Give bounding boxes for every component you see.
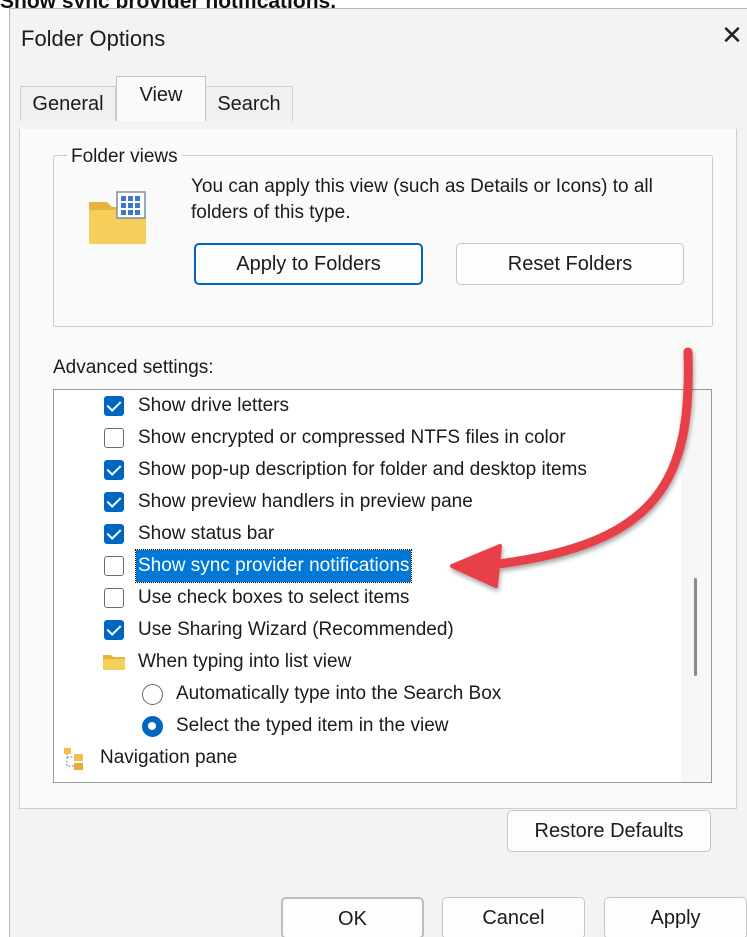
checkbox-checked[interactable] xyxy=(104,620,124,640)
folder-views-description: You can apply this view (such as Details… xyxy=(191,176,653,223)
checkbox-checked[interactable] xyxy=(104,396,124,416)
reset-folders-button[interactable]: Reset Folders xyxy=(456,243,684,285)
close-icon[interactable]: ✕ xyxy=(717,20,747,50)
list-item-folder[interactable]: When typing into list view xyxy=(54,646,674,678)
list-item-label: Show sync provider notifications xyxy=(134,549,413,583)
list-item-group[interactable]: Navigation pane xyxy=(54,742,674,774)
list-item[interactable]: Select the typed item in the view xyxy=(54,710,674,742)
checkbox-unchecked[interactable] xyxy=(104,588,124,608)
list-item-label: When typing into list view xyxy=(138,651,352,672)
folder-icon xyxy=(103,655,125,670)
checkbox-checked[interactable] xyxy=(104,492,124,512)
list-item-label: Show drive letters xyxy=(138,395,290,416)
checkbox-unchecked[interactable] xyxy=(104,428,124,448)
list-item-label: Automatically type into the Search Box xyxy=(176,683,502,704)
list-item[interactable]: Show status bar xyxy=(54,518,674,550)
list-item[interactable]: Show encrypted or compressed NTFS files … xyxy=(54,422,674,454)
list-item-label: Use check boxes to select items xyxy=(138,587,410,608)
tab-view[interactable]: View xyxy=(116,76,206,121)
navigation-pane-icon xyxy=(64,748,83,770)
tab-search[interactable]: Search xyxy=(205,86,293,121)
list-item-label: Select the typed item in the view xyxy=(176,715,449,736)
advanced-settings-list[interactable]: Show drive letters Show encrypted or com… xyxy=(53,389,712,783)
advanced-settings-label: Advanced settings: xyxy=(53,357,214,378)
list-item[interactable]: Automatically type into the Search Box xyxy=(54,678,674,710)
apply-to-folders-button[interactable]: Apply to Folders xyxy=(194,243,423,285)
list-item-label: Show pop-up description for folder and d… xyxy=(138,459,587,480)
list-item-selected[interactable]: Show sync provider notifications xyxy=(54,549,674,583)
list-item[interactable]: Use Sharing Wizard (Recommended) xyxy=(54,614,674,646)
cancel-button[interactable]: Cancel xyxy=(442,897,585,937)
folder-views-label: Folder views xyxy=(67,146,182,168)
list-item-label: Use Sharing Wizard (Recommended) xyxy=(138,619,454,640)
radio-unselected[interactable] xyxy=(142,684,163,705)
list-item[interactable]: Show preview handlers in preview pane xyxy=(54,486,674,518)
checkbox-unchecked[interactable] xyxy=(104,556,124,576)
list-item[interactable]: Show drive letters xyxy=(54,390,674,422)
list-item[interactable]: Use check boxes to select items xyxy=(54,582,674,614)
folder-view-icon xyxy=(89,191,146,244)
window-title: Folder Options xyxy=(21,26,166,51)
ok-button[interactable]: OK xyxy=(281,897,424,937)
list-item-label: Show status bar xyxy=(138,523,275,544)
checkbox-checked[interactable] xyxy=(104,460,124,480)
list-scrollbar[interactable] xyxy=(681,390,711,782)
checkbox-checked[interactable] xyxy=(104,524,124,544)
list-item-label: Show encrypted or compressed NTFS files … xyxy=(138,427,566,448)
restore-defaults-button[interactable]: Restore Defaults xyxy=(507,810,711,852)
scrollbar-thumb[interactable] xyxy=(694,578,697,676)
tab-general[interactable]: General xyxy=(20,86,116,121)
apply-button[interactable]: Apply xyxy=(604,897,747,937)
list-item-label: Navigation pane xyxy=(100,747,238,768)
radio-selected[interactable] xyxy=(142,716,163,737)
list-item-label: Show preview handlers in preview pane xyxy=(138,491,473,512)
list-item[interactable]: Show pop-up description for folder and d… xyxy=(54,454,674,486)
